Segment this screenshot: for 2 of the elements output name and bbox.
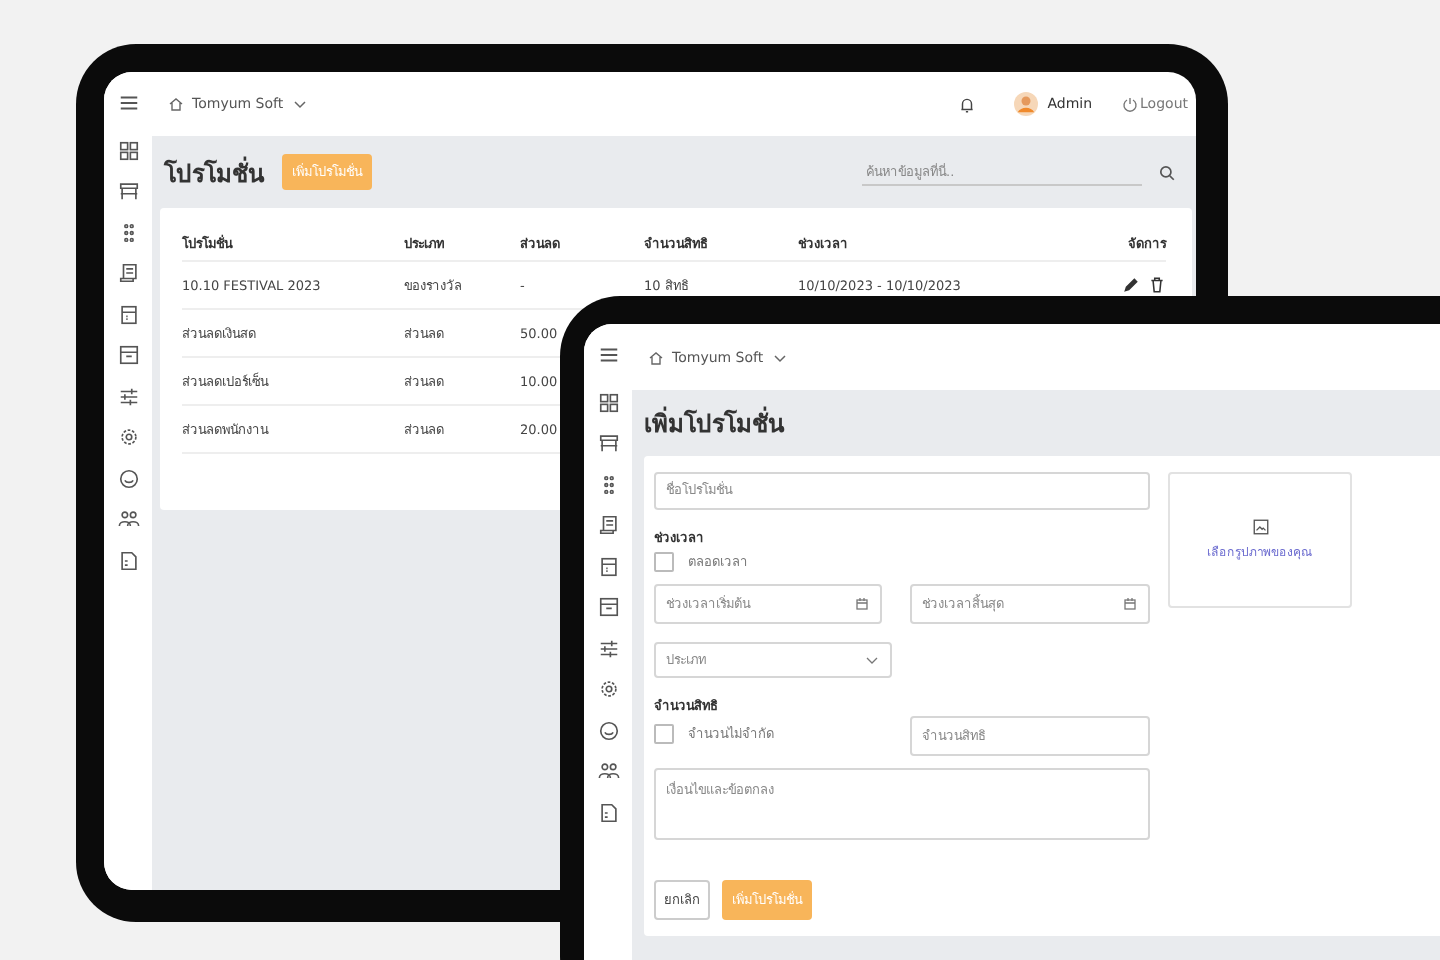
page-title: เพิ่มโปรโมชั่น [644,404,784,442]
page-title: โปรโมชั่น [164,154,264,191]
